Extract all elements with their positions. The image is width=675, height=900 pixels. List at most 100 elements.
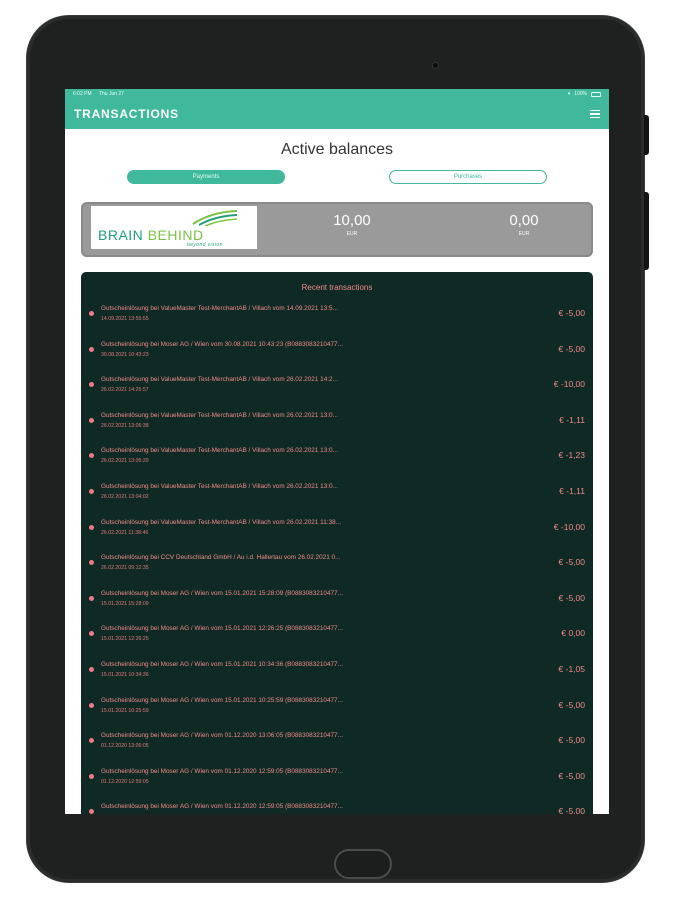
transaction-amount: € -1,23	[558, 450, 585, 461]
balance-primary: 10,00 EUR	[317, 212, 387, 237]
recent-transactions-panel: Recent transactions Gutscheinlösung bei …	[81, 272, 593, 814]
balance-amount: 10,00	[333, 212, 371, 229]
transaction-date: 26.02.2021 13:05:29	[101, 458, 149, 465]
transaction-row[interactable]: Gutscheinlösung bei Moser AG / Wien vom …	[81, 725, 593, 761]
transaction-date: 15.01.2021 10:25:59	[101, 707, 149, 714]
balance-secondary: 0,00 EUR	[489, 212, 559, 237]
transaction-description: Gutscheinlösung bei ValueMaster Test-Mer…	[101, 482, 338, 490]
section-heading: Active balances	[280, 141, 394, 158]
transaction-date: 26.02.2021 13:04:02	[101, 493, 149, 500]
volume-button[interactable]	[644, 192, 649, 270]
transaction-row[interactable]: Gutscheinlösung bei ValueMaster Test-Mer…	[81, 405, 593, 441]
status-dot-icon	[89, 560, 94, 566]
app-screen: 6:02 PM Thu Jun 27 ▾ 100% TRANSACTIONS A…	[65, 89, 609, 814]
transaction-description: Gutscheinlösung bei Moser AG / Wien vom …	[101, 732, 343, 740]
transaction-description: Gutscheinlösung bei ValueMaster Test-Mer…	[101, 305, 338, 312]
transaction-date: 26.02.2021 14:25:57	[101, 387, 149, 394]
transaction-description: Gutscheinlösung bei ValueMaster Test-Mer…	[101, 518, 342, 526]
status-date: Thu Jun 27	[98, 91, 124, 97]
transaction-description: Gutscheinlösung bei Moser AG / Wien vom …	[101, 589, 343, 597]
battery-percent: 100%	[574, 91, 587, 97]
status-dot-icon	[89, 773, 94, 779]
status-dot-icon	[89, 382, 94, 388]
transaction-list: Gutscheinlösung bei ValueMaster Test-Mer…	[81, 298, 593, 814]
transaction-date: 15.01.2021 12:26:25	[101, 636, 149, 643]
transaction-row[interactable]: Gutscheinlösung bei CCV Deutschland GmbH…	[81, 547, 593, 583]
balance-currency: EUR	[518, 231, 530, 237]
menu-icon[interactable]	[590, 109, 600, 119]
balance-card[interactable]: BRAIN BEHIND beyond vision 10,00 EUR 0,0…	[81, 202, 593, 257]
page-title: TRANSACTIONS	[74, 107, 179, 121]
status-dot-icon	[89, 417, 94, 423]
logo-tagline: beyond vision	[187, 242, 223, 248]
transaction-amount: € -5,00	[558, 806, 585, 814]
transaction-row[interactable]: Gutscheinlösung bei ValueMaster Test-Mer…	[81, 512, 593, 548]
transaction-date: 26.02.2021 11:38:46	[101, 529, 149, 536]
transaction-date: 01.12.2020 12:59:05	[101, 778, 149, 785]
transaction-amount: € -1,11	[559, 485, 585, 496]
transaction-row[interactable]: Gutscheinlösung bei Moser AG / Wien vom …	[81, 761, 593, 797]
transaction-row[interactable]: Gutscheinlösung bei ValueMaster Test-Mer…	[81, 440, 593, 476]
transaction-description: Gutscheinlösung bei CCV Deutschland GmbH…	[101, 554, 341, 562]
transaction-description: Gutscheinlösung bei Moser AG / Wien vom …	[101, 696, 343, 704]
home-button[interactable]	[334, 849, 392, 879]
camera-lens	[432, 62, 439, 69]
recent-transactions-title: Recent transactions	[301, 283, 373, 292]
transaction-description: Gutscheinlösung bei Moser AG / Wien vom …	[101, 340, 343, 348]
balance-currency: EUR	[346, 231, 358, 237]
balance-amount: 0,00	[509, 212, 539, 229]
tab-purchases[interactable]: Purchases	[389, 170, 547, 184]
transaction-date: 14.09.2021 13:55:55	[101, 316, 149, 322]
power-button[interactable]	[644, 115, 649, 155]
transaction-description: Gutscheinlösung bei Moser AG / Wien vom …	[101, 803, 343, 811]
transaction-amount: € -1,05	[558, 663, 585, 674]
balance-tabs: Payments Purchases	[65, 170, 609, 190]
transaction-amount: € 0,00	[561, 628, 585, 639]
app-bar: TRANSACTIONS	[65, 99, 609, 129]
transaction-row[interactable]: Gutscheinlösung bei Moser AG / Wien vom …	[81, 690, 593, 726]
logo-word-2: BEHIND	[147, 227, 204, 243]
status-dot-icon	[89, 346, 94, 352]
transaction-date: 01.12.2020 13:06:05	[101, 743, 149, 750]
tab-payments[interactable]: Payments	[127, 170, 285, 184]
transaction-row[interactable]: Gutscheinlösung bei Moser AG / Wien vom …	[81, 334, 593, 370]
status-dot-icon	[89, 738, 94, 744]
transaction-amount: € -5,00	[558, 770, 585, 781]
transaction-description: Gutscheinlösung bei Moser AG / Wien vom …	[101, 660, 343, 668]
transaction-row[interactable]: Gutscheinlösung bei ValueMaster Test-Mer…	[81, 476, 593, 512]
transaction-amount: € -5,00	[558, 735, 585, 746]
logo-word-1: BRAIN	[98, 227, 144, 243]
transaction-amount: € -5,00	[558, 343, 585, 354]
transaction-amount: € -10,00	[553, 379, 585, 390]
transaction-description: Gutscheinlösung bei Moser AG / Wien vom …	[101, 767, 343, 775]
transaction-row[interactable]: Gutscheinlösung bei Moser AG / Wien vom …	[81, 583, 593, 619]
status-dot-icon	[89, 666, 94, 672]
status-dot-icon	[89, 809, 94, 814]
battery-icon	[591, 91, 601, 97]
transaction-row[interactable]: Gutscheinlösung bei Moser AG / Wien vom …	[81, 796, 593, 814]
transaction-row[interactable]: Gutscheinlösung bei ValueMaster Test-Mer…	[81, 298, 593, 334]
status-bar: 6:02 PM Thu Jun 27 ▾ 100%	[65, 89, 609, 99]
status-time: 6:02 PM	[73, 91, 92, 97]
transaction-row[interactable]: Gutscheinlösung bei Moser AG / Wien vom …	[81, 654, 593, 690]
transaction-amount: € -5,00	[558, 308, 585, 318]
transaction-amount: € -5,00	[558, 557, 585, 568]
merchant-logo: BRAIN BEHIND beyond vision	[91, 206, 257, 249]
status-dot-icon	[89, 631, 94, 637]
transaction-row[interactable]: Gutscheinlösung bei ValueMaster Test-Mer…	[81, 369, 593, 405]
status-dot-icon	[89, 311, 94, 316]
transaction-date: 15.01.2021 15:28:09	[101, 600, 149, 607]
transaction-amount: € -10,00	[553, 521, 585, 532]
transaction-description: Gutscheinlösung bei ValueMaster Test-Mer…	[101, 447, 338, 455]
transaction-row[interactable]: Gutscheinlösung bei Moser AG / Wien vom …	[81, 618, 593, 654]
status-dot-icon	[89, 453, 94, 459]
wifi-icon: ▾	[567, 91, 571, 97]
transaction-description: Gutscheinlösung bei ValueMaster Test-Mer…	[101, 411, 338, 419]
transaction-description: Gutscheinlösung bei Moser AG / Wien vom …	[101, 625, 343, 633]
transaction-date: 15.01.2021 10:34:36	[101, 671, 149, 678]
status-dot-icon	[89, 702, 94, 708]
transaction-description: Gutscheinlösung bei ValueMaster Test-Mer…	[101, 376, 338, 384]
transaction-date: 26.02.2021 13:06:38	[101, 422, 149, 429]
transaction-date: 26.02.2021 09:12:35	[101, 565, 149, 572]
status-dot-icon	[89, 488, 94, 494]
